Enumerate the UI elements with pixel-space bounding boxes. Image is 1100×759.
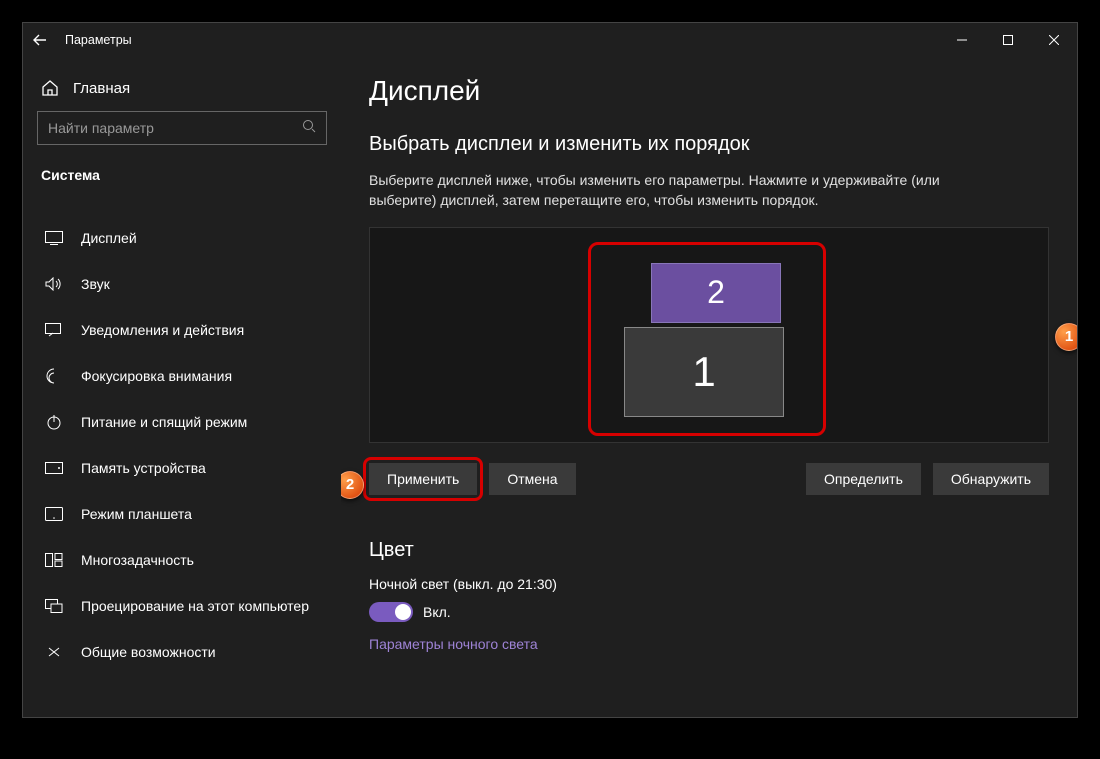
sidebar-item-label: Фокусировка внимания (81, 368, 232, 384)
arrange-button-row: Применить 2 Отмена Определить Обнаружить (369, 463, 1049, 495)
sound-icon (45, 275, 63, 293)
section-color-title: Цвет (369, 539, 1049, 562)
sidebar-home[interactable]: Главная (37, 71, 327, 111)
search-icon (302, 119, 316, 138)
sidebar-section-label: Система (37, 167, 327, 193)
sidebar-item-multitask[interactable]: Многозадачность (37, 537, 327, 583)
window-title: Параметры (65, 33, 132, 47)
notifications-icon (45, 321, 63, 339)
annotation-badge-1: 1 (1055, 323, 1077, 351)
close-button[interactable] (1031, 23, 1077, 57)
toggle-track (369, 602, 413, 622)
minimize-button[interactable] (939, 23, 985, 57)
cancel-button[interactable]: Отмена (489, 463, 575, 495)
sidebar-item-label: Уведомления и действия (81, 322, 244, 338)
sidebar-list: Дисплей Звук Уведомления и действия Фоку… (37, 215, 327, 675)
home-icon (41, 79, 59, 97)
storage-icon (45, 459, 63, 477)
section-arrange-title: Выбрать дисплеи и изменить их порядок (369, 133, 1049, 156)
search-box[interactable] (37, 111, 327, 145)
sidebar-item-label: Режим планшета (81, 506, 192, 522)
sidebar-item-label: Многозадачность (81, 552, 194, 568)
multitask-icon (45, 551, 63, 569)
power-icon (45, 413, 63, 431)
sidebar-item-focus[interactable]: Фокусировка внимания (37, 353, 327, 399)
toggle-state-label: Вкл. (423, 604, 451, 620)
window-controls (939, 23, 1077, 57)
display-arrange-area[interactable]: 2 1 1 (369, 227, 1049, 443)
sidebar-item-storage[interactable]: Память устройства (37, 445, 327, 491)
identify-button[interactable]: Определить (806, 463, 921, 495)
sidebar-home-label: Главная (73, 80, 130, 97)
display-icon (45, 229, 63, 247)
shared-icon (45, 643, 63, 661)
search-input[interactable] (48, 120, 302, 136)
back-button[interactable] (23, 23, 57, 57)
sidebar-item-shared[interactable]: Общие возможности (37, 629, 327, 675)
sidebar: Главная Система Дисплей Звук Уведомле (23, 57, 341, 717)
maximize-button[interactable] (985, 23, 1031, 57)
sidebar-item-label: Питание и спящий режим (81, 414, 247, 430)
monitor-1[interactable]: 1 (624, 327, 784, 417)
main-pane: Дисплей Выбрать дисплеи и изменить их по… (341, 57, 1077, 717)
project-icon (45, 597, 63, 615)
tablet-icon (45, 505, 63, 523)
sidebar-item-notifications[interactable]: Уведомления и действия (37, 307, 327, 353)
arrow-left-icon (33, 33, 47, 47)
night-light-settings-link[interactable]: Параметры ночного света (369, 636, 1049, 652)
night-light-label: Ночной свет (выкл. до 21:30) (369, 576, 1049, 592)
sidebar-item-label: Общие возможности (81, 644, 216, 660)
sidebar-item-tablet[interactable]: Режим планшета (37, 491, 327, 537)
sidebar-item-project[interactable]: Проецирование на этот компьютер (37, 583, 327, 629)
toggle-knob (395, 604, 411, 620)
annotation-badge-2: 2 (341, 471, 364, 499)
titlebar: Параметры (23, 23, 1077, 57)
monitor-2[interactable]: 2 (651, 263, 781, 323)
page-title: Дисплей (369, 75, 1049, 107)
sidebar-item-sound[interactable]: Звук (37, 261, 327, 307)
apply-button[interactable]: Применить (369, 463, 477, 495)
sidebar-item-display[interactable]: Дисплей (37, 215, 327, 261)
section-arrange-desc: Выберите дисплей ниже, чтобы изменить ег… (369, 170, 1009, 211)
sidebar-item-label: Звук (81, 276, 110, 292)
focus-icon (45, 367, 63, 385)
detect-button[interactable]: Обнаружить (933, 463, 1049, 495)
sidebar-item-power[interactable]: Питание и спящий режим (37, 399, 327, 445)
night-light-toggle[interactable]: Вкл. (369, 602, 1049, 622)
sidebar-item-label: Память устройства (81, 460, 206, 476)
settings-window: Параметры Главная Система Дисплей (22, 22, 1078, 718)
sidebar-item-label: Проецирование на этот компьютер (81, 598, 309, 614)
sidebar-item-label: Дисплей (81, 230, 137, 246)
